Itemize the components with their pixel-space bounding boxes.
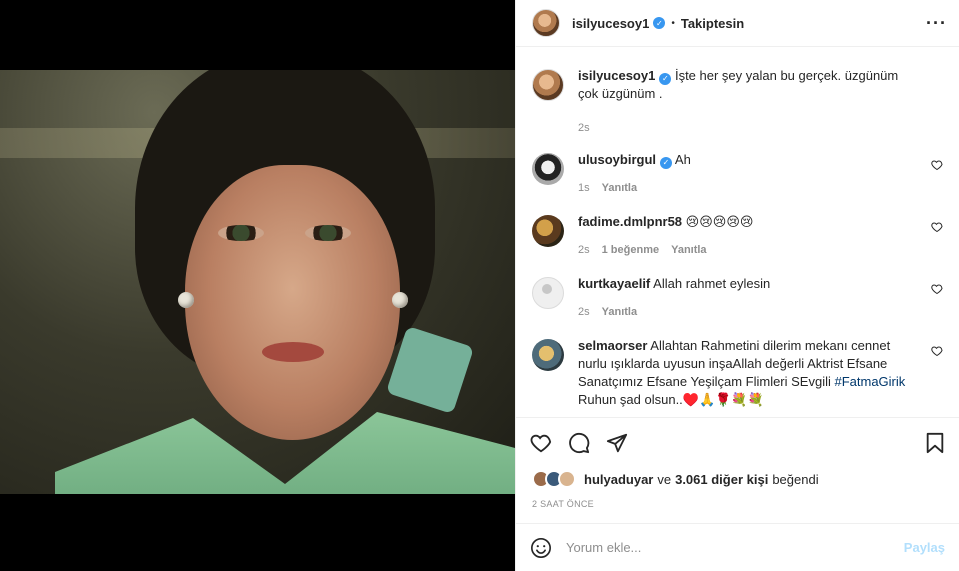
comment-text: 😢😢😢😢😢: [685, 214, 754, 229]
comment-username[interactable]: fadime.dmlpnr58: [578, 214, 682, 229]
comment-item: fadime.dmlpnr58 😢😢😢😢😢 2s 1 beğenme Yanıt…: [532, 213, 943, 259]
like-comment-icon[interactable]: [931, 221, 943, 233]
post-panel: isilyucesoy1 ✓ • Takiptesin ··· isilyuce…: [515, 0, 959, 571]
commenter-avatar[interactable]: [532, 153, 564, 185]
commenter-avatar[interactable]: [532, 215, 564, 247]
post-media[interactable]: [0, 0, 515, 571]
commenter-avatar[interactable]: [532, 339, 564, 371]
liker-avatars[interactable]: [532, 470, 576, 488]
reply-button[interactable]: Yanıtla: [602, 303, 637, 321]
comment-username[interactable]: ulusoybirgul: [578, 152, 656, 167]
comment-likes-count[interactable]: 1 beğenme: [602, 241, 659, 259]
reply-button[interactable]: Yanıtla: [671, 241, 706, 259]
author-username[interactable]: isilyucesoy1: [572, 16, 649, 31]
comment-item: ulusoybirgul ✓ Ah 1s Yanıtla: [532, 151, 943, 197]
commenter-avatar[interactable]: [532, 277, 564, 309]
liker-username[interactable]: hulyaduyar: [584, 472, 653, 487]
more-options-icon[interactable]: ···: [926, 13, 947, 34]
bookmark-icon[interactable]: [925, 432, 945, 454]
comment-item: selmaorser Allahtan Rahmetini dilerim me…: [532, 337, 943, 409]
comment-icon[interactable]: [568, 432, 590, 454]
comment-time: 2s: [578, 306, 590, 318]
emoji-icon[interactable]: [530, 537, 552, 559]
comment-text: Ah: [674, 152, 691, 167]
post-photo: [0, 70, 515, 494]
like-comment-icon[interactable]: [931, 159, 943, 171]
verified-badge-icon: ✓: [653, 17, 666, 29]
follow-status-button[interactable]: Takiptesin: [681, 16, 744, 31]
verified-badge-icon: ✓: [659, 73, 672, 85]
reply-button[interactable]: Yanıtla: [602, 179, 637, 197]
likes-others[interactable]: 3.061 diğer kişi: [675, 472, 768, 487]
post-actions: [516, 417, 959, 467]
post-comment-button[interactable]: Paylaş: [904, 540, 945, 555]
post-timestamp: 2 SAAT ÖNCE: [532, 499, 594, 509]
comment-text: Allah rahmet eylesin: [653, 276, 771, 291]
comment-item: kurtkayaelif Allah rahmet eylesin 2s Yan…: [532, 275, 943, 321]
comment-username[interactable]: kurtkayaelif: [578, 276, 650, 291]
hashtag-link[interactable]: #FatmaGirik: [834, 374, 905, 389]
caption-username[interactable]: isilyucesoy1: [578, 68, 655, 83]
caption: isilyucesoy1 ✓ İşte her şey yalan bu gerç…: [532, 67, 943, 137]
share-icon[interactable]: [606, 432, 628, 454]
likes-summary: hulyaduyar ve 3.061 diğer kişi beğendi: [516, 467, 959, 491]
likes-connector: ve: [657, 471, 672, 487]
verified-badge-icon: ✓: [660, 157, 672, 169]
comment-time: 2s: [578, 244, 590, 256]
comments-list: isilyucesoy1 ✓ İşte her şey yalan bu gerç…: [516, 47, 959, 417]
caption-time: 2s: [578, 122, 590, 134]
like-comment-icon[interactable]: [931, 345, 943, 357]
separator-dot: •: [671, 17, 675, 29]
like-comment-icon[interactable]: [931, 283, 943, 295]
comment-composer: Paylaş: [516, 523, 959, 571]
caption-avatar[interactable]: [532, 69, 564, 101]
comment-time: 1s: [578, 182, 590, 194]
author-avatar[interactable]: [532, 9, 560, 37]
post-header: isilyucesoy1 ✓ • Takiptesin ···: [516, 0, 959, 47]
likes-suffix: beğendi: [772, 471, 819, 487]
like-icon[interactable]: [530, 432, 552, 454]
comment-text-end: Ruhun şad olsun..♥️🙏🌹💐💐: [578, 392, 764, 407]
comment-input[interactable]: [566, 540, 904, 555]
comment-username[interactable]: selmaorser: [578, 338, 647, 353]
